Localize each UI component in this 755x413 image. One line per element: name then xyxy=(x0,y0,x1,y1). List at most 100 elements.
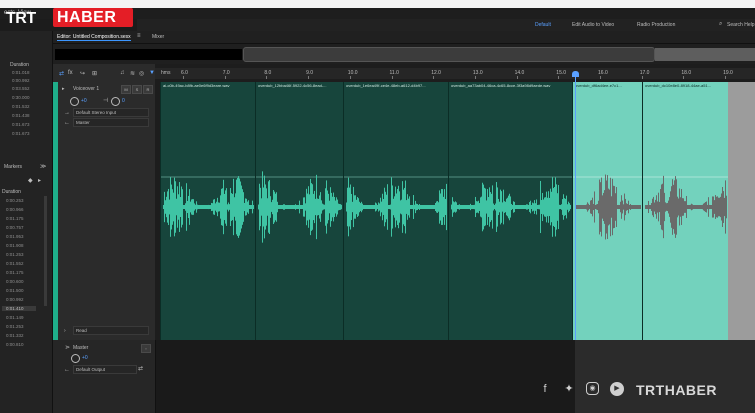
ruler-unit: hms xyxy=(161,70,171,76)
record-button[interactable]: R xyxy=(143,85,153,94)
master-volume-knob[interactable] xyxy=(71,354,80,363)
trt-haber-logo: TRT HABER xyxy=(0,8,137,30)
pan-value[interactable]: 0 xyxy=(122,98,125,104)
master-volume-value[interactable]: +0 xyxy=(82,355,88,361)
markers-tab[interactable]: Markers xyxy=(4,164,22,170)
master-output-select[interactable]: Default Output xyxy=(73,365,137,374)
pan-knob[interactable] xyxy=(111,97,120,106)
mute-button[interactable]: M xyxy=(121,85,131,94)
master-name[interactable]: Master xyxy=(73,345,88,351)
workspace-edit-audio-to-video[interactable]: Edit Audio to Video xyxy=(572,22,614,28)
audio-clip[interactable]: overdub_dc10e8e0-8918-44ae-a51... xyxy=(642,82,729,340)
selection-overlay xyxy=(575,340,755,413)
input-monitor-icon[interactable]: ♫ xyxy=(120,70,125,76)
list-item[interactable]: 0:01.438 xyxy=(12,113,30,118)
audio-clip[interactable]: ai-c0b-49ac-b8fb-ae0e6f9d3eare.wav xyxy=(160,82,256,340)
ruler-tick-mark xyxy=(725,76,727,79)
workspace-radio-production[interactable]: Radio Production xyxy=(637,22,675,28)
marker-add-icon[interactable]: ◆ xyxy=(28,177,33,184)
master-controls: ⋗ Master ▫ +0 ← Default Output ⇄ xyxy=(53,340,156,413)
master-routing-icon[interactable]: ⇄ xyxy=(138,365,143,372)
overview-selection xyxy=(655,48,755,61)
master-mute-button[interactable]: ▫ xyxy=(141,344,151,353)
search-help[interactable]: ⌕ Search Help xyxy=(719,21,755,29)
track-name[interactable]: Voiceover 1 xyxy=(73,86,99,92)
fx-icon[interactable]: fx xyxy=(68,70,73,76)
list-item[interactable]: 0:30.000 xyxy=(12,95,30,100)
twitter-icon: ✦ xyxy=(564,383,574,395)
logo-haber-text: HABER xyxy=(57,9,117,26)
ruler-tick-mark xyxy=(433,76,435,79)
tab-editor[interactable]: Editor: Untitled Composition.sesx xyxy=(57,34,131,41)
list-item[interactable]: 0:00.600 xyxy=(6,279,24,284)
audio-clip[interactable]: overdub_1e6ea49f-ce4e-48eb-a612-d4b97... xyxy=(343,82,449,340)
list-item[interactable]: 0:01.953 xyxy=(6,234,24,239)
master-output-arrow-icon: ← xyxy=(64,367,70,373)
list-item[interactable]: 0:01.253 xyxy=(6,324,24,329)
list-item[interactable]: 0:00.992 xyxy=(6,297,24,302)
list-item[interactable]: 0:01.175 xyxy=(6,216,24,221)
eq-icon[interactable]: ⊞ xyxy=(92,70,97,77)
list-item[interactable]: 0:01.175 xyxy=(6,270,24,275)
sync-icon[interactable]: ⇄ xyxy=(59,70,64,77)
list-item[interactable]: 0:01.018 xyxy=(12,70,30,75)
ruler-tick-mark xyxy=(558,76,560,79)
list-item[interactable]: 0:00.992 xyxy=(12,78,30,83)
youtube-icon: ▶ xyxy=(610,382,624,396)
clip-track[interactable]: ai-c0b-49ac-b8fb-ae0e6f9d3eare.wav overdu… xyxy=(160,82,755,340)
list-item[interactable]: 0:01.552 xyxy=(6,261,24,266)
panel-menu-icon[interactable]: ≫ xyxy=(40,163,46,170)
ruler-tick-mark xyxy=(516,76,518,79)
list-item[interactable]: 0:01.908 xyxy=(6,243,24,248)
workspace-default[interactable]: Default xyxy=(535,22,551,28)
tab-mixer[interactable]: Mixer xyxy=(152,34,164,40)
list-item[interactable]: 0:00.810 xyxy=(6,342,24,347)
ruler-tick-mark xyxy=(683,76,685,79)
audio-clip[interactable]: overdub_aa73ab04-46ca-4c65-8cce-3f3a98d9… xyxy=(448,82,573,340)
headphones-icon[interactable]: ◎ xyxy=(139,70,144,77)
send-icon[interactable]: ↪ xyxy=(80,70,85,77)
list-item[interactable]: 0:01.673 xyxy=(12,122,30,127)
duration-header: Duration xyxy=(10,62,29,68)
audio-clip[interactable]: overdub_df6ad4ee-e7c1... xyxy=(572,82,643,340)
list-item[interactable]: 0:00.757 xyxy=(6,225,24,230)
list-item[interactable]: 0:00.253 xyxy=(6,198,24,203)
list-item[interactable]: 0:00.966 xyxy=(6,207,24,212)
list-item[interactable]: 0:03.552 xyxy=(12,86,30,91)
list-item[interactable]: 0:01.253 xyxy=(6,252,24,257)
top-strip xyxy=(0,0,755,8)
tab-menu-icon[interactable]: ≡ xyxy=(137,33,141,39)
footer-brand: TRTHABER xyxy=(636,382,717,398)
search-icon: ⌕ xyxy=(719,21,723,27)
scrollbar[interactable] xyxy=(44,196,47,306)
waveform xyxy=(344,176,449,237)
audio-clip[interactable]: overdub_12bba46f-5922-4c56-8ead-... xyxy=(255,82,344,340)
track-collapse-icon[interactable]: ▸ xyxy=(62,86,65,92)
ruler-tick-mark xyxy=(349,76,351,79)
volume-knob[interactable] xyxy=(70,97,79,106)
automation-expand-icon[interactable]: › xyxy=(64,328,66,334)
list-item[interactable]: 0:01.673 xyxy=(12,131,30,136)
facebook-icon: f xyxy=(543,383,547,395)
list-item[interactable]: 0:01.149 xyxy=(6,315,24,320)
output-select[interactable]: Master xyxy=(73,118,149,127)
automation-mode-select[interactable]: Read xyxy=(73,326,149,335)
marker-nav-icon[interactable]: ▸ xyxy=(38,177,41,184)
list-item-selected[interactable]: 0:01.410 xyxy=(2,306,36,311)
meter-icon[interactable]: ≋ xyxy=(130,70,135,77)
ruler-tick-mark xyxy=(474,76,476,79)
list-item[interactable]: 0:01.532 xyxy=(12,104,30,109)
duration-header-2: Duration xyxy=(2,189,21,195)
zoom-navigator[interactable] xyxy=(243,47,655,62)
timeline[interactable]: hms 6.0 7.0 8.0 9.0 10.0 11.0 12.0 13.0 14.0 15.0… xyxy=(155,64,755,340)
volume-value[interactable]: +0 xyxy=(81,98,87,104)
playhead[interactable] xyxy=(575,72,576,340)
list-item[interactable]: 0:01.500 xyxy=(6,288,24,293)
time-ruler[interactable]: hms 6.0 7.0 8.0 9.0 10.0 11.0 12.0 13.0 14.0 15.0… xyxy=(155,68,755,79)
input-select[interactable]: Default Stereo Input xyxy=(73,108,149,117)
logo-trt-text: TRT xyxy=(6,10,36,27)
solo-button[interactable]: S xyxy=(132,85,142,94)
list-item[interactable]: 0:01.332 xyxy=(6,333,24,338)
master-icon: ⋗ xyxy=(65,345,71,351)
ruler-tick-mark xyxy=(391,76,393,79)
